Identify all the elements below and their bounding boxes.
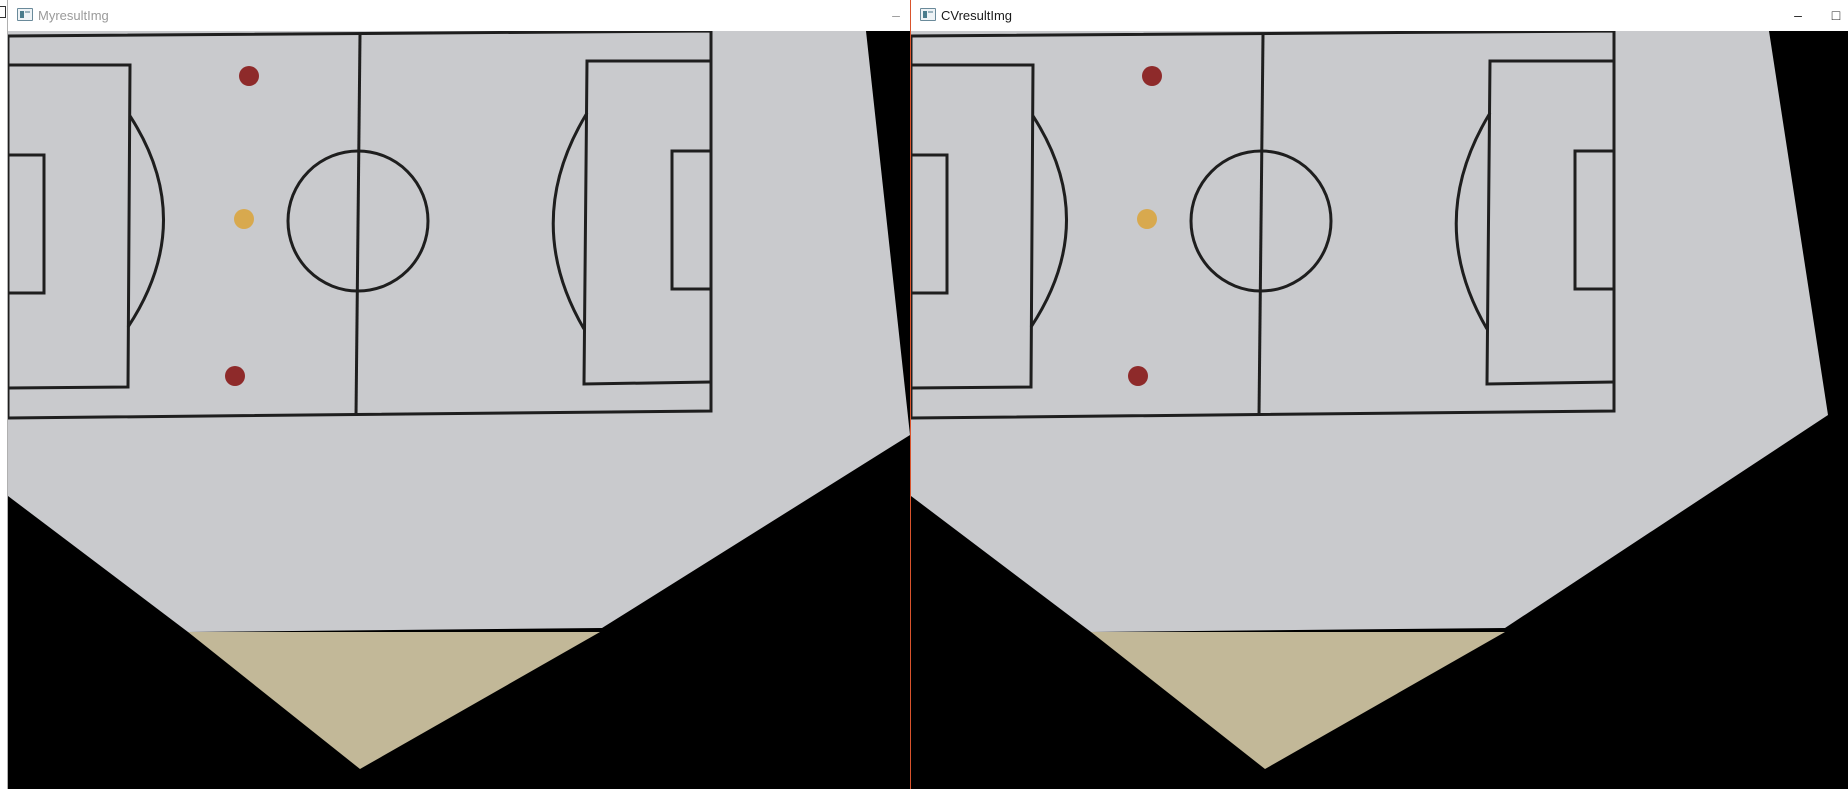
window-cvresultimg: CVresultImg – □ bbox=[910, 0, 1848, 789]
title-bar[interactable]: CVresultImg – □ bbox=[911, 0, 1848, 31]
yellow-marker bbox=[234, 209, 254, 229]
app-window-icon bbox=[920, 8, 936, 21]
window-title: MyresultImg bbox=[38, 8, 109, 23]
red-marker-top bbox=[1142, 66, 1162, 86]
red-marker-bottom bbox=[1128, 366, 1148, 386]
app-window-icon bbox=[17, 8, 33, 21]
red-marker-bottom bbox=[225, 366, 245, 386]
image-view bbox=[8, 31, 910, 789]
image-view bbox=[911, 31, 1848, 789]
red-marker-top bbox=[239, 66, 259, 86]
minimize-icon[interactable]: – bbox=[1778, 0, 1818, 31]
minimize-icon[interactable]: – bbox=[876, 0, 910, 31]
window-myresultimg: MyresultImg – bbox=[8, 0, 910, 789]
yellow-marker bbox=[1137, 209, 1157, 229]
maximize-icon[interactable]: □ bbox=[1816, 0, 1848, 31]
background-window-edge bbox=[0, 0, 8, 789]
title-bar[interactable]: MyresultImg – bbox=[8, 0, 910, 32]
warped-field-image bbox=[911, 31, 1848, 789]
window-title: CVresultImg bbox=[941, 8, 1013, 23]
warped-field-image bbox=[8, 31, 910, 789]
